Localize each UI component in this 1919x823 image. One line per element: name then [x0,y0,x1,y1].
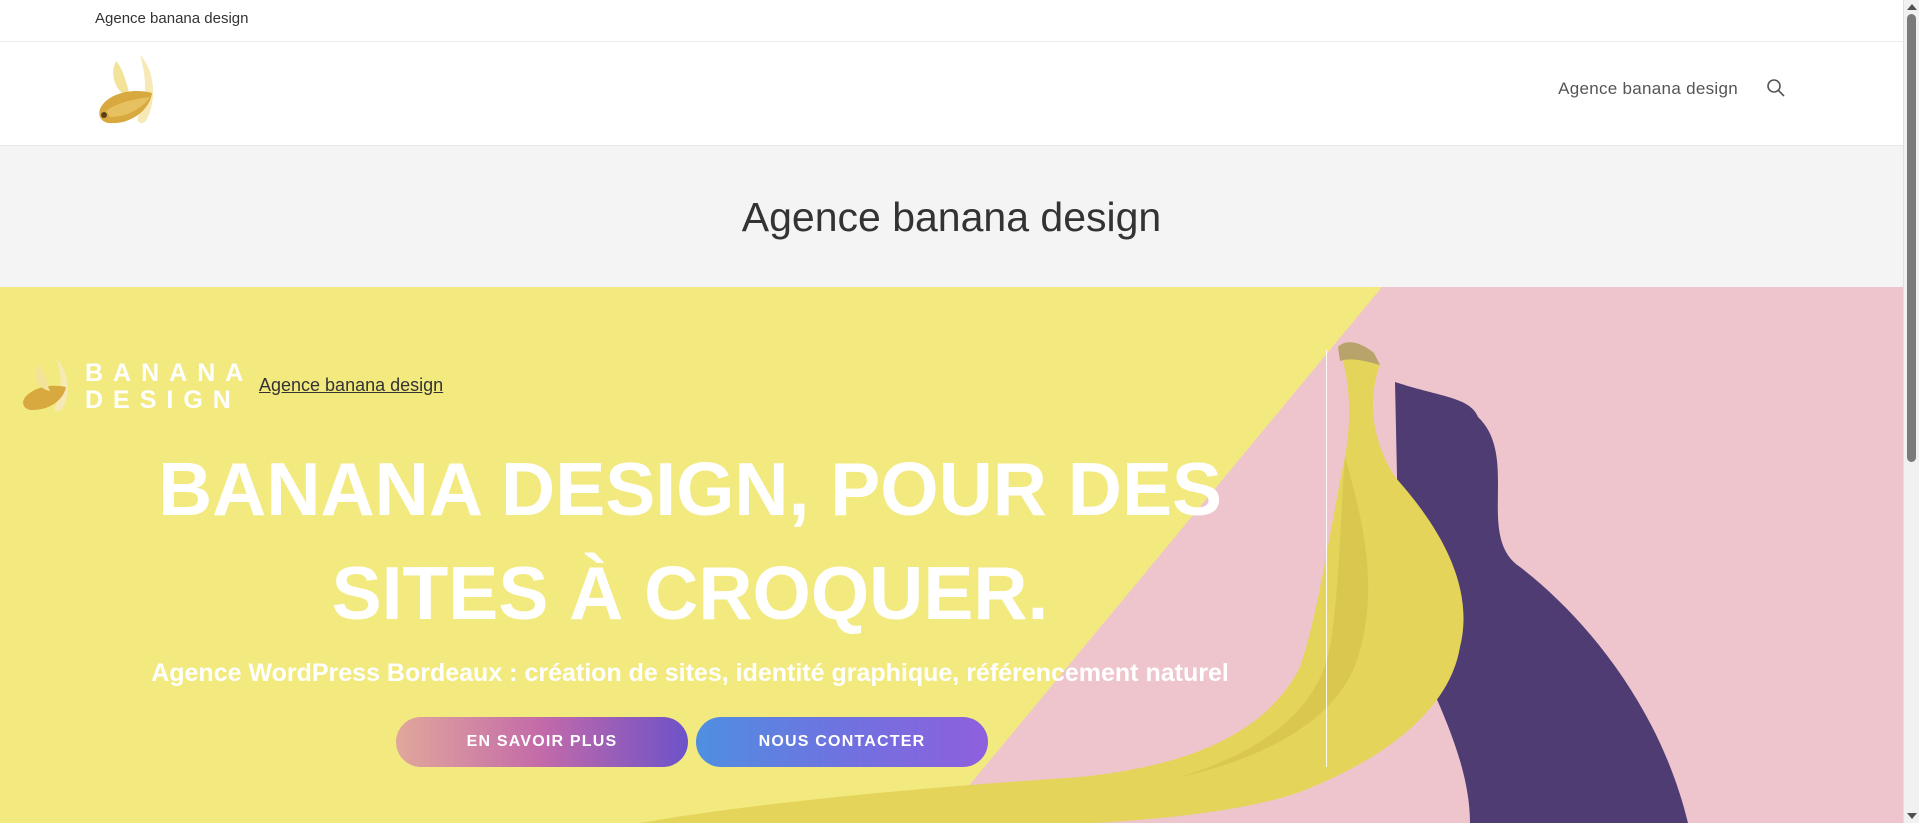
hero-heading-line1: BANANA DESIGN, POUR DES [158,447,1222,531]
contact-button[interactable]: NOUS CONTACTER [696,717,988,767]
top-bar: Agence banana design [0,0,1903,42]
banana-logo-icon [23,359,68,412]
page-title: Agence banana design [741,194,1162,240]
hero-subheading: Agence WordPress Bordeaux : création de … [151,659,1229,687]
hero-heading-line2: SITES À CROQUER. [331,551,1049,635]
hero-section: BANANA DESIGN Agence banana design BANAN… [0,287,1903,823]
scroll-up-arrow-icon[interactable] [1907,4,1917,10]
site-header: Agence banana design [0,43,1903,145]
hero-logo-wordmark: BANANA DESIGN [85,360,253,414]
page-scrollbar[interactable] [1903,0,1919,823]
page-title-band: Agence banana design [0,145,1903,287]
learn-more-button[interactable]: EN SAVOIR PLUS [396,717,688,767]
hero-divider-line [1326,350,1327,767]
hero-heading: BANANA DESIGN, POUR DES SITES À CROQUER. [110,437,1270,645]
hero-logo-line1: BANANA [85,359,254,387]
hero-site-link[interactable]: Agence banana design [259,375,443,396]
site-logo[interactable] [96,51,168,129]
banana-icon [99,55,154,124]
search-icon[interactable] [1765,77,1787,99]
hero-logo-line2: DESIGN [85,386,241,414]
scroll-down-arrow-icon[interactable] [1907,813,1917,819]
nav-link-home[interactable]: Agence banana design [1558,79,1738,99]
topbar-site-name: Agence banana design [95,10,249,27]
scroll-thumb[interactable] [1907,14,1916,462]
